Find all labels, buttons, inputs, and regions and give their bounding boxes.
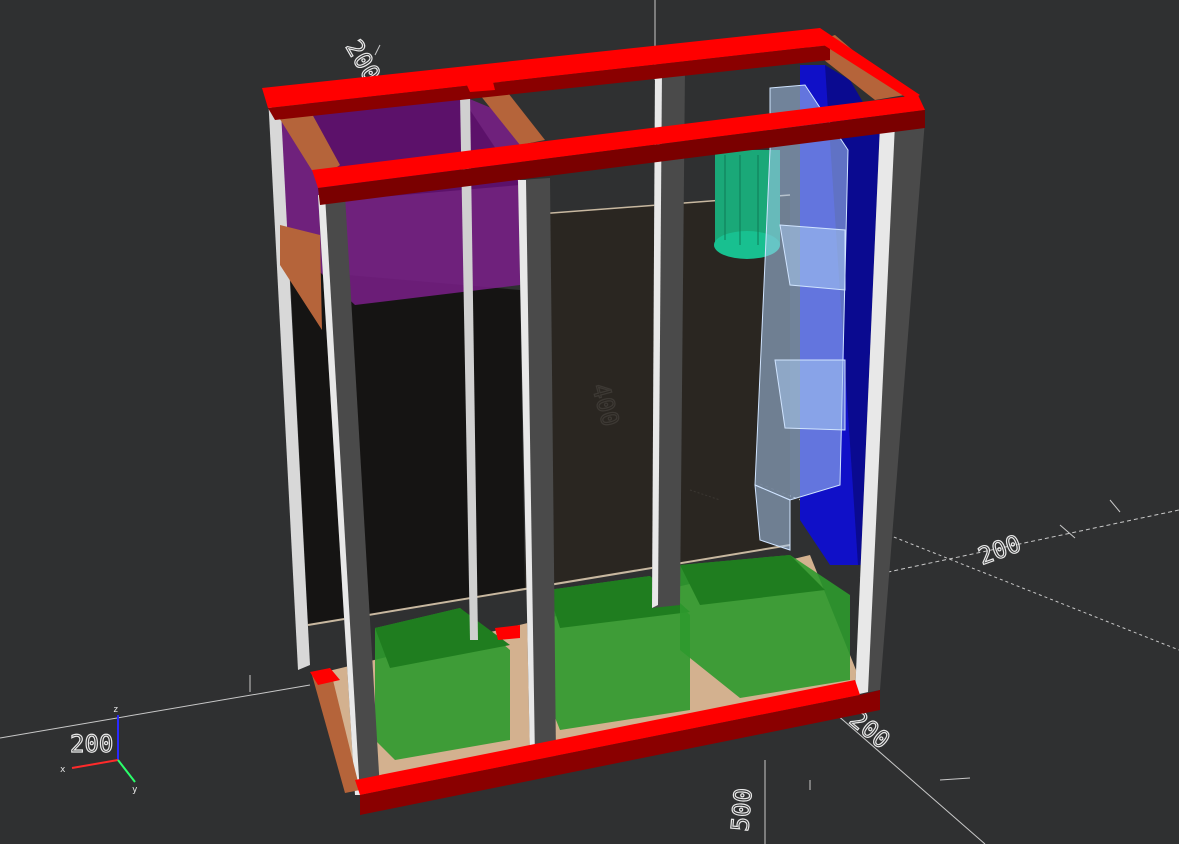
axis-x-label: x bbox=[60, 765, 66, 775]
back-dark-panel bbox=[290, 270, 525, 625]
ruler-mark-y-front: 500 bbox=[726, 787, 758, 833]
ruler-mark-x-positive: 200 bbox=[974, 529, 1024, 570]
axis-y-label: y bbox=[132, 785, 138, 795]
3d-viewport[interactable]: 200 200 500 200 200 400 bbox=[0, 0, 1179, 844]
axis-z-label: z bbox=[113, 705, 118, 715]
model-render[interactable]: 200 200 500 200 200 400 bbox=[0, 0, 1179, 844]
ruler-mark-x-negative: 200 bbox=[70, 730, 113, 758]
